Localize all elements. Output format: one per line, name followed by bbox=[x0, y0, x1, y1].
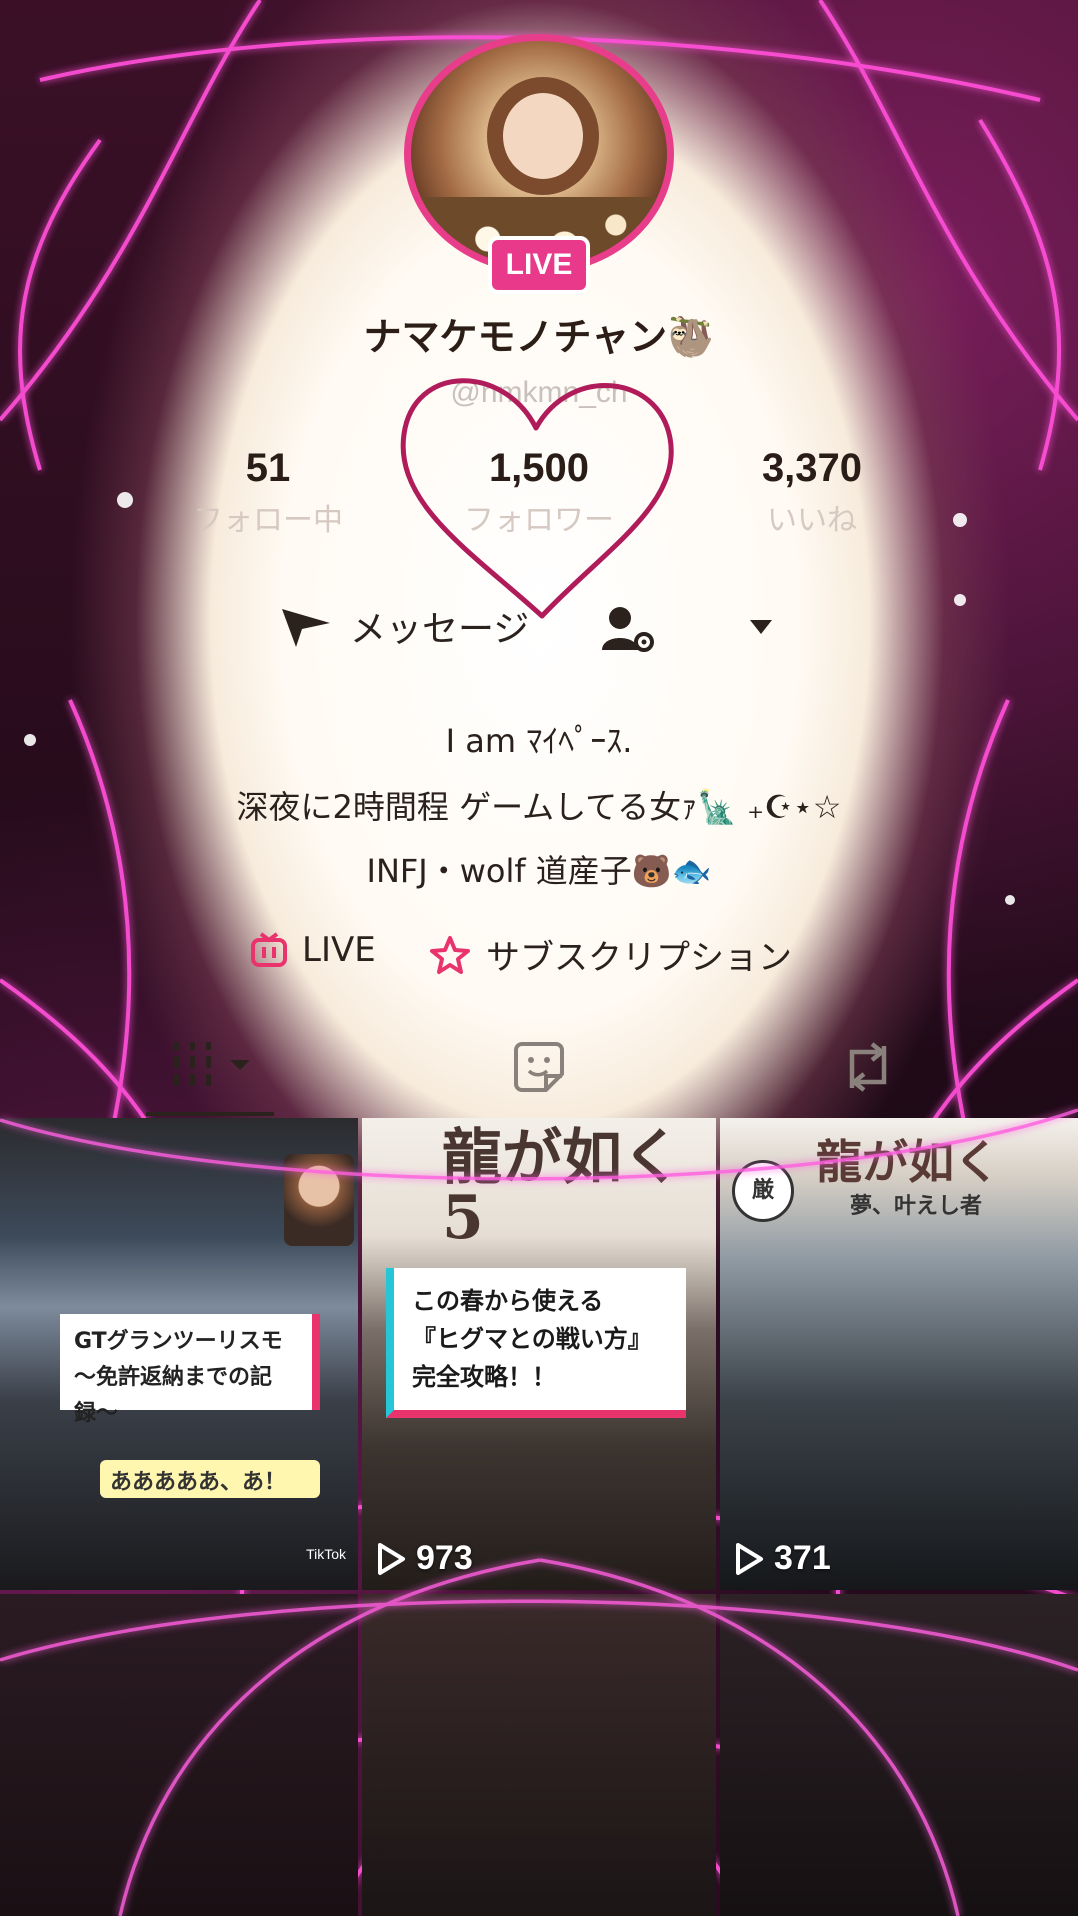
view-count: 371 bbox=[734, 1539, 831, 1578]
view-count-value: 973 bbox=[416, 1539, 473, 1577]
video-caption: この春から使える 『ヒグマとの戦い方』 完全攻略！！ bbox=[386, 1268, 686, 1418]
video-overlay-subtitle: あああああ、あ！ bbox=[100, 1460, 320, 1498]
followers-label: フォロワー bbox=[464, 503, 614, 538]
video-title-art: 龍が如く5 bbox=[442, 1123, 682, 1253]
profile-actions: メッセージ bbox=[0, 600, 1078, 660]
live-tv-icon bbox=[251, 932, 287, 967]
active-tab-indicator bbox=[146, 1112, 274, 1116]
play-icon bbox=[736, 1542, 763, 1575]
repost-icon bbox=[849, 1042, 887, 1092]
bio-line-2: 深夜に2時間程 ゲームしてる女ｧ🗽 ₊☪︎⋆☆ bbox=[236, 788, 842, 826]
tiktok-watermark: TikTok bbox=[306, 1546, 346, 1562]
username: ナマケモノチャン🦥 bbox=[363, 315, 715, 359]
more-dropdown-button[interactable] bbox=[748, 618, 774, 640]
live-link[interactable]: LIVE bbox=[250, 930, 376, 970]
video-stamp: 厳 bbox=[732, 1160, 794, 1222]
chevron-down-icon bbox=[750, 620, 772, 634]
likes-label: いいね bbox=[767, 503, 857, 538]
tab-reposts[interactable] bbox=[838, 1040, 898, 1098]
subscription-link-label: サブスクリプション bbox=[486, 938, 792, 978]
video-tile[interactable]: GTグランツーリスモ 〜免許返納までの記録〜 あああああ、あ！ TikTok bbox=[0, 1118, 358, 1590]
profile-links: LIVE サブスクリプション bbox=[0, 930, 1078, 980]
following-count: 51 bbox=[245, 446, 291, 490]
stat-likes[interactable]: 3,370 いいね bbox=[692, 446, 932, 539]
likes-count: 3,370 bbox=[761, 446, 863, 490]
avatar-illustration bbox=[503, 93, 583, 179]
video-tile[interactable] bbox=[0, 1594, 358, 1916]
video-subtitle: 夢、叶えし者 bbox=[850, 1194, 983, 1219]
content-tabs bbox=[0, 1030, 1078, 1120]
video-tile[interactable] bbox=[362, 1594, 716, 1916]
videos-grid-icon bbox=[174, 1042, 250, 1086]
bio-line-3: INFJ・wolf 道産子🐻🐟 bbox=[366, 852, 712, 890]
video-overlay-title: GTグランツーリスモ 〜免許返納までの記録〜 bbox=[60, 1314, 320, 1426]
play-icon bbox=[378, 1542, 405, 1575]
view-count: 973 bbox=[376, 1539, 473, 1578]
bio-line-1: I am ﾏｲﾍﾟｰｽ. bbox=[445, 722, 633, 760]
tab-videos[interactable] bbox=[170, 1040, 256, 1094]
following-label: フォロー中 bbox=[193, 503, 343, 538]
stat-followers[interactable]: 1,500 フォロワー bbox=[419, 446, 659, 539]
live-link-label: LIVE bbox=[302, 930, 376, 970]
video-tile[interactable] bbox=[720, 1594, 1078, 1916]
stat-following[interactable]: 51 フォロー中 bbox=[148, 446, 388, 539]
tab-favorites[interactable] bbox=[512, 1040, 566, 1098]
message-button[interactable]: メッセージ bbox=[280, 600, 529, 652]
person-settings-icon bbox=[602, 607, 654, 652]
video-tile[interactable]: 龍が如く5 この春から使える 『ヒグマとの戦い方』 完全攻略！！ 973 bbox=[362, 1118, 716, 1590]
followers-count: 1,500 bbox=[488, 446, 590, 490]
subscription-star-icon bbox=[430, 935, 470, 974]
send-icon bbox=[282, 609, 330, 647]
video-grid: GTグランツーリスモ 〜免許返納までの記録〜 あああああ、あ！ TikTok 龍… bbox=[0, 1118, 1078, 1916]
live-badge[interactable]: LIVE bbox=[488, 236, 590, 294]
video-tile[interactable]: 厳 龍が如く 夢、叶えし者 371 bbox=[720, 1118, 1078, 1590]
favorites-icon bbox=[514, 1042, 564, 1092]
subscription-link[interactable]: サブスクリプション bbox=[428, 930, 792, 979]
facecam-thumbnail bbox=[284, 1154, 354, 1246]
video-title-art: 龍が如く bbox=[816, 1135, 1000, 1189]
person-settings-button[interactable] bbox=[600, 604, 656, 660]
message-label: メッセージ bbox=[350, 609, 530, 650]
view-count-value: 371 bbox=[774, 1539, 831, 1577]
